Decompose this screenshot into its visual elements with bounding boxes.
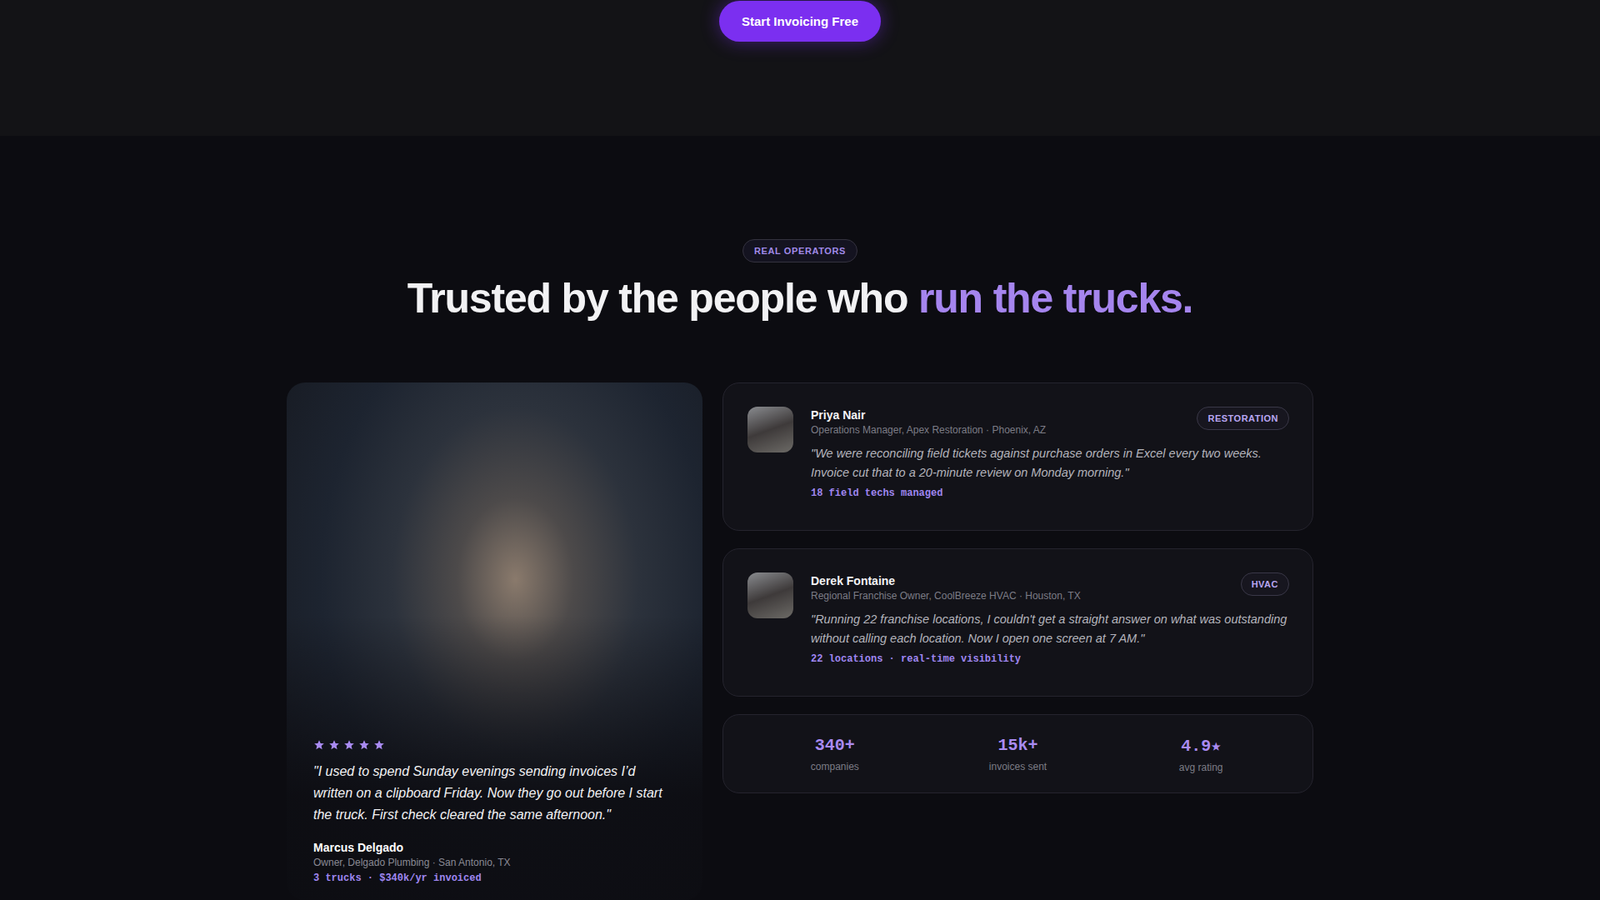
testimonial-metric: 22 locations · real-time visibility bbox=[810, 653, 1290, 665]
stat-label: invoices sent bbox=[989, 760, 1047, 773]
testimonial-quote: "We were reconciling field tickets again… bbox=[810, 444, 1290, 483]
testimonial-card: Derek Fontaine Regional Franchise Owner, … bbox=[722, 548, 1314, 697]
stat-value: 4.9★ bbox=[1180, 735, 1221, 756]
page: Start Invoicing Free REAL OPERATORS Truste… bbox=[0, 0, 1600, 900]
star-icon bbox=[313, 739, 325, 751]
star-rating bbox=[313, 739, 676, 751]
featured-role: Owner, Delgado Plumbing · San Antonio, T… bbox=[313, 856, 676, 869]
avatar bbox=[747, 572, 794, 619]
author-name: Priya Nair bbox=[810, 408, 1046, 422]
featured-metric: 3 trucks · $340k/yr invoiced bbox=[313, 872, 676, 885]
author-name: Derek Fontaine bbox=[810, 574, 1081, 588]
testimonial-list: Priya Nair Operations Manager, Apex Resto… bbox=[722, 382, 1314, 794]
section-badge: REAL OPERATORS bbox=[742, 239, 858, 263]
avatar bbox=[747, 406, 794, 453]
star-icon bbox=[358, 739, 370, 751]
stat-value: 340+ bbox=[815, 735, 855, 755]
featured-testimonial: "I used to spend Sunday evenings sending… bbox=[286, 382, 703, 900]
featured-quote: "I used to spend Sunday evenings sending… bbox=[313, 760, 676, 826]
testimonial-header: Derek Fontaine Regional Franchise Owner, … bbox=[810, 572, 1290, 602]
stat-label: avg rating bbox=[1179, 761, 1224, 774]
testimonial-body: Derek Fontaine Regional Franchise Owner, … bbox=[810, 572, 1290, 673]
stats-card: 340+ companies 15k+ invoices sent 4.9★ avg ra… bbox=[722, 714, 1314, 794]
star-icon bbox=[373, 739, 385, 751]
start-invoicing-button[interactable]: Start Invoicing Free bbox=[719, 0, 881, 42]
author-block: Priya Nair Operations Manager, Apex Resto… bbox=[810, 406, 1046, 436]
stat-label: companies bbox=[810, 760, 860, 773]
stat: 4.9★ avg rating bbox=[1109, 735, 1293, 774]
testimonials-section: REAL OPERATORS Trusted by the people who … bbox=[0, 135, 1600, 900]
heading-accent: run the trucks. bbox=[918, 275, 1193, 322]
testimonial-card: Priya Nair Operations Manager, Apex Resto… bbox=[722, 382, 1314, 531]
industry-tag: HVAC bbox=[1240, 572, 1290, 596]
section-heading: Trusted by the people who run the trucks… bbox=[407, 274, 1194, 323]
testimonial-quote: "Running 22 franchise locations, I could… bbox=[810, 610, 1290, 649]
cta-band: Start Invoicing Free bbox=[0, 0, 1600, 136]
industry-tag: RESTORATION bbox=[1196, 406, 1290, 430]
stat: 15k+ invoices sent bbox=[926, 735, 1110, 773]
stat: 340+ companies bbox=[743, 735, 927, 773]
star-icon bbox=[328, 739, 340, 751]
author-block: Derek Fontaine Regional Franchise Owner, … bbox=[810, 572, 1081, 602]
testimonial-metric: 18 field techs managed bbox=[810, 487, 1290, 500]
author-role: Regional Franchise Owner, CoolBreeze HVA… bbox=[810, 590, 1081, 602]
testimonial-body: Priya Nair Operations Manager, Apex Resto… bbox=[810, 406, 1290, 507]
featured-name: Marcus Delgado bbox=[313, 840, 676, 855]
testimonial-grid: "I used to spend Sunday evenings sending… bbox=[286, 382, 1314, 900]
author-role: Operations Manager, Apex Restoration · P… bbox=[810, 424, 1046, 436]
testimonial-header: Priya Nair Operations Manager, Apex Resto… bbox=[810, 406, 1290, 436]
star-icon bbox=[343, 739, 355, 751]
stat-value: 15k+ bbox=[997, 735, 1038, 755]
